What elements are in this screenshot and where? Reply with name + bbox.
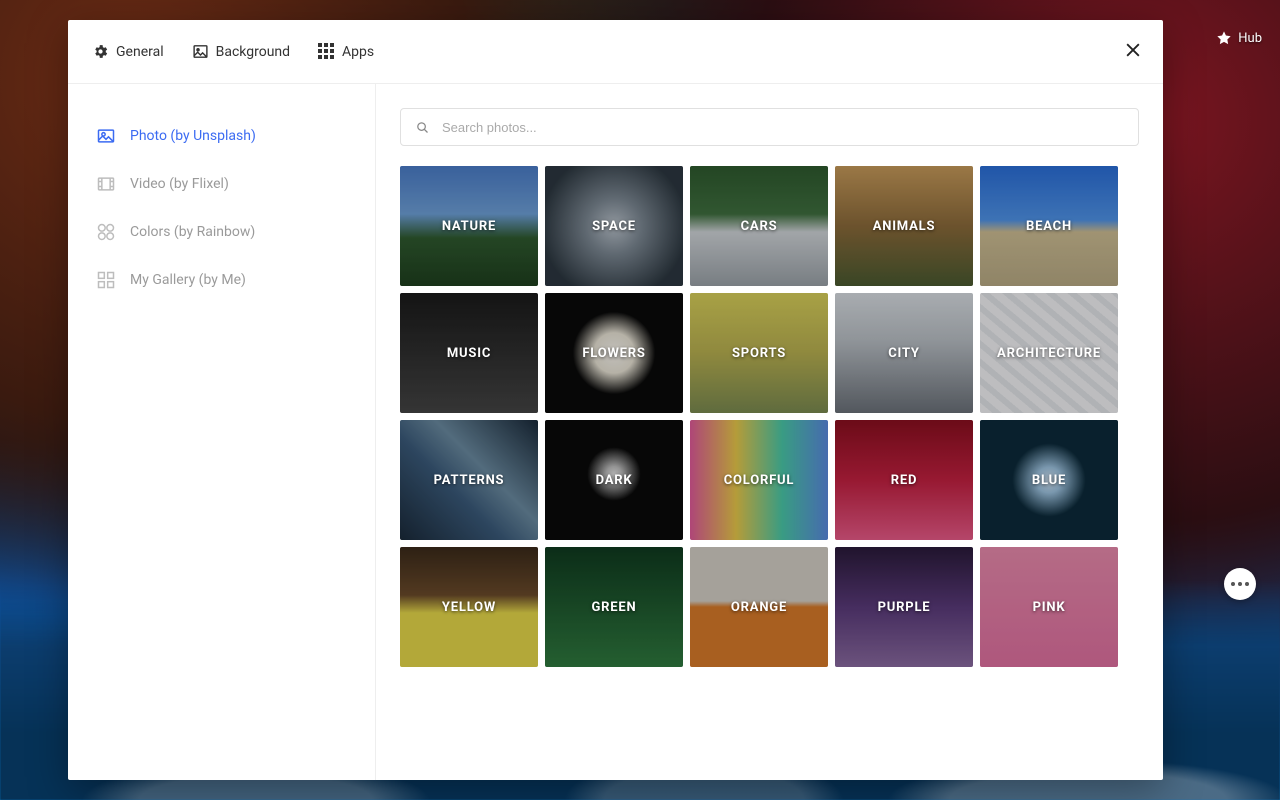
category-label: MUSIC [447,346,491,361]
category-tile-colorful[interactable]: COLORFUL [690,420,828,540]
category-tile-cars[interactable]: CARS [690,166,828,286]
apps-grid-icon [318,43,335,60]
film-icon [96,174,116,194]
category-label: ANIMALS [873,219,936,234]
tab-label: General [116,44,164,60]
tab-background[interactable]: Background [192,43,290,60]
category-tile-nature[interactable]: NATURE [400,166,538,286]
close-icon [1123,40,1143,60]
category-label: PATTERNS [434,473,505,488]
sidebar: Photo (by Unsplash) Video (by Flixel) Co… [68,84,376,780]
sidebar-item-label: Video (by Flixel) [130,176,229,192]
settings-modal: General Background Apps Photo (by U [68,20,1163,780]
category-tile-architecture[interactable]: ARCHITECTURE [980,293,1118,413]
hub-label: Hub [1238,31,1262,46]
category-tile-beach[interactable]: BEACH [980,166,1118,286]
tab-general[interactable]: General [92,43,164,60]
category-label: SPACE [592,219,636,234]
category-grid: NATURE SPACE CARS ANIMALS BEACH MUSIC FLOWERS S… [400,166,1139,667]
sidebar-item-label: My Gallery (by Me) [130,272,246,288]
sidebar-item-photo[interactable]: Photo (by Unsplash) [68,112,375,160]
category-tile-orange[interactable]: ORANGE [690,547,828,667]
sidebar-item-label: Colors (by Rainbow) [130,224,255,240]
category-tile-pink[interactable]: PINK [980,547,1118,667]
photo-icon [96,126,116,146]
category-label: RED [891,473,918,488]
category-tile-animals[interactable]: ANIMALS [835,166,973,286]
category-label: CARS [741,219,778,234]
category-tile-purple[interactable]: PURPLE [835,547,973,667]
search-field-wrapper[interactable] [400,108,1139,146]
close-button[interactable] [1123,40,1143,64]
category-label: PURPLE [878,600,931,615]
category-label: FLOWERS [582,346,645,361]
search-input[interactable] [442,120,1124,135]
category-label: ARCHITECTURE [997,346,1101,361]
gallery-icon [96,270,116,290]
hub-button[interactable]: Hub [1216,30,1262,46]
category-tile-space[interactable]: SPACE [545,166,683,286]
image-icon [192,43,209,60]
category-label: BLUE [1032,473,1066,488]
category-label: YELLOW [442,600,496,615]
sidebar-item-gallery[interactable]: My Gallery (by Me) [68,256,375,304]
category-label: PINK [1033,600,1066,615]
category-label: ORANGE [731,600,787,615]
category-label: BEACH [1026,219,1072,234]
tab-bar: General Background Apps [92,43,374,60]
category-label: COLORFUL [724,473,795,488]
category-tile-city[interactable]: CITY [835,293,973,413]
category-tile-patterns[interactable]: PATTERNS [400,420,538,540]
tab-apps[interactable]: Apps [318,43,374,60]
category-tile-sports[interactable]: SPORTS [690,293,828,413]
modal-body: Photo (by Unsplash) Video (by Flixel) Co… [68,84,1163,780]
sidebar-item-label: Photo (by Unsplash) [130,128,256,144]
modal-header: General Background Apps [68,20,1163,84]
category-tile-flowers[interactable]: FLOWERS [545,293,683,413]
sidebar-item-colors[interactable]: Colors (by Rainbow) [68,208,375,256]
gear-icon [92,43,109,60]
dots-icon [1231,582,1235,586]
more-fab-button[interactable] [1224,568,1256,600]
category-tile-music[interactable]: MUSIC [400,293,538,413]
category-tile-green[interactable]: GREEN [545,547,683,667]
content-area: NATURE SPACE CARS ANIMALS BEACH MUSIC FLOWERS S… [376,84,1163,780]
category-label: GREEN [592,600,637,615]
category-tile-blue[interactable]: BLUE [980,420,1118,540]
tab-label: Background [216,44,290,60]
category-tile-yellow[interactable]: YELLOW [400,547,538,667]
category-label: DARK [596,473,633,488]
desktop-wallpaper: Hub General Background Apps [0,0,1280,800]
tab-label: Apps [342,44,374,60]
category-label: SPORTS [732,346,786,361]
category-tile-dark[interactable]: DARK [545,420,683,540]
sidebar-item-video[interactable]: Video (by Flixel) [68,160,375,208]
search-icon [415,120,430,135]
palette-icon [96,222,116,242]
star-icon [1216,30,1232,46]
category-label: NATURE [442,219,496,234]
category-tile-red[interactable]: RED [835,420,973,540]
category-label: CITY [888,346,920,361]
